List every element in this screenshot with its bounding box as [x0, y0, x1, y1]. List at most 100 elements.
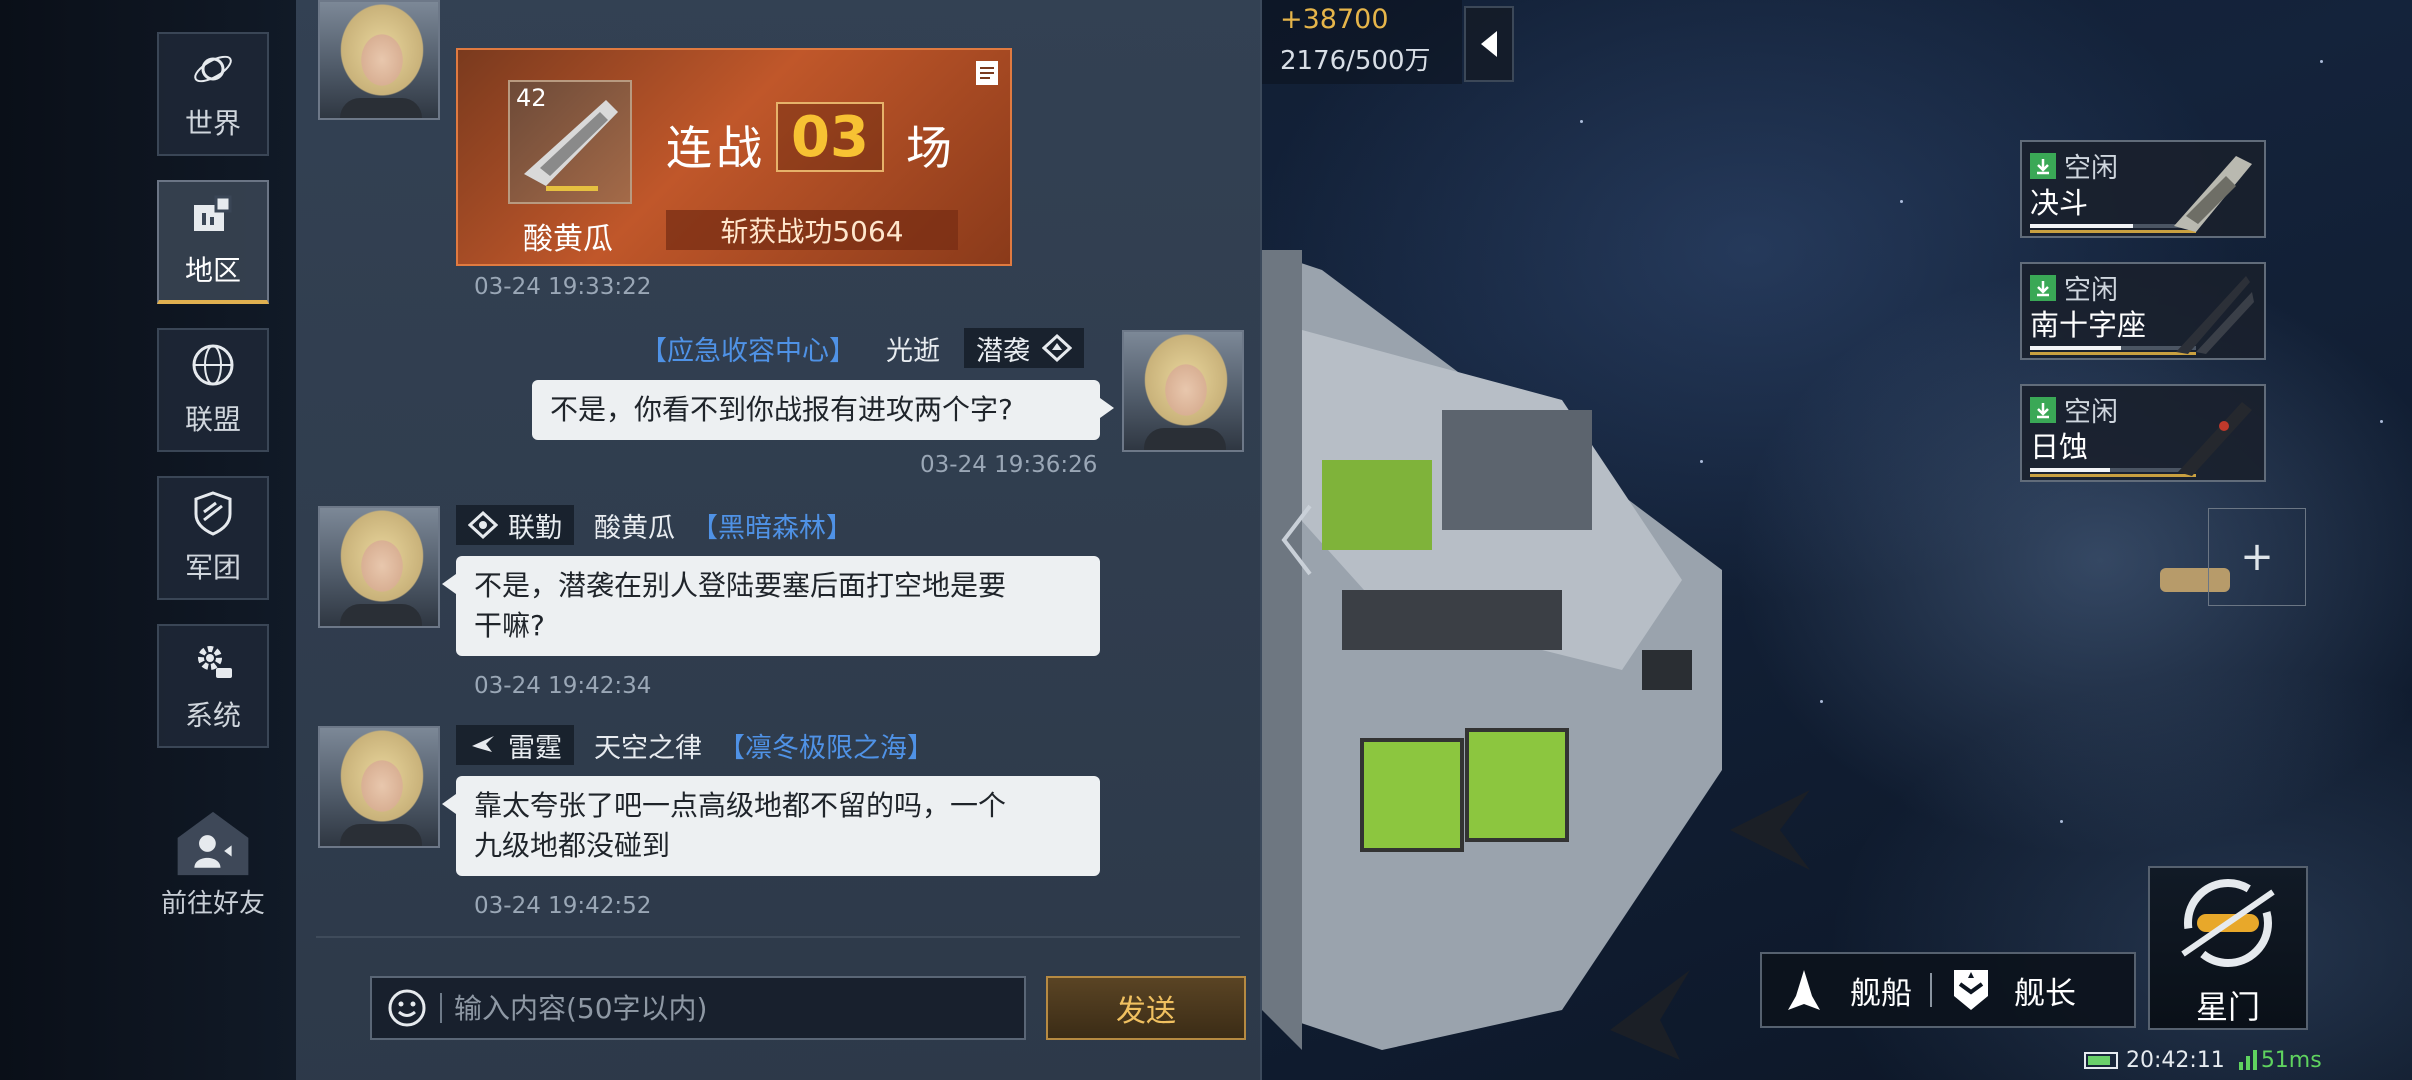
ships-label: 舰船	[1850, 975, 1912, 1012]
fleet-name: 决斗	[2030, 186, 2089, 220]
message-timestamp: 03-24 19:33:22	[474, 274, 652, 300]
streak-count: 03	[776, 102, 884, 172]
thunder-icon	[472, 736, 494, 752]
signal-icon	[2238, 1050, 2257, 1070]
sender-tag-label: 联勤	[508, 512, 562, 544]
battle-reward: 斩获战功5064	[666, 210, 958, 250]
stargate-icon	[2181, 879, 2275, 967]
message-text-line: 不是，潜袭在别人登陆要塞后面打空地是要	[474, 569, 1007, 602]
nav-legion-label: 军团	[184, 551, 241, 584]
shield-icon	[194, 491, 232, 536]
battery-icon	[2084, 1051, 2118, 1069]
nav-region-button[interactable]: 地区	[157, 180, 269, 304]
report-icon[interactable]	[972, 58, 1002, 88]
ship-level: 42	[516, 84, 547, 112]
fleet-name: 日蚀	[2030, 430, 2089, 464]
avatar[interactable]	[318, 726, 440, 848]
divider	[316, 936, 1240, 938]
sender-name[interactable]: 酸黄瓜	[594, 506, 675, 545]
message-bubble: 靠太夸张了吧一点高级地都不留的吗，一个 九级地都没碰到	[442, 776, 1100, 876]
rank-badge-icon	[1954, 970, 1988, 1010]
logistics-icon	[468, 510, 498, 540]
sender-guild: 【应急收容中心】	[640, 335, 856, 367]
resource-gain: +38700	[1280, 4, 1389, 35]
emoji-icon[interactable]	[386, 987, 428, 1029]
fleet-card[interactable]: 空闲 决斗	[2020, 140, 2266, 238]
message-text: 不是，你看不到你战报有进攻两个字?	[550, 393, 1013, 426]
message-text-line: 靠太夸张了吧一点高级地都不留的吗，一个	[474, 789, 1007, 822]
avatar[interactable]	[1122, 330, 1244, 452]
captain-label: 舰长	[2014, 975, 2076, 1012]
battle-report-card[interactable]: 42 酸黄瓜 连战 03 场 斩获战功5064	[456, 48, 1012, 266]
bottom-action-bar: 舰船 舰长	[1760, 952, 2136, 1028]
clock: 20:42:11	[2126, 1047, 2225, 1073]
ping-indicator: 51ms	[2238, 1047, 2322, 1073]
sender-tag: 联勤	[456, 505, 574, 545]
add-fleet-button[interactable]: +	[2208, 508, 2306, 606]
chevron-left-icon[interactable]	[1276, 500, 1316, 580]
send-button[interactable]: 发送	[1046, 976, 1246, 1040]
message-text-line: 九级地都没碰到	[474, 829, 671, 862]
space-station-illustration	[1262, 250, 1722, 1050]
input-separator	[440, 993, 442, 1023]
friends-icon	[177, 811, 249, 876]
message-meta: 【应急收容中心】 光逝 潜袭	[640, 327, 1084, 369]
nav-alliance-button[interactable]: 联盟	[157, 328, 269, 452]
streak-suffix: 场	[906, 121, 952, 175]
ship-icon	[2178, 402, 2252, 476]
sender-guild: 【黑暗森林】	[691, 512, 853, 544]
sender-tag-label: 雷霆	[508, 732, 562, 764]
fleet-card[interactable]: 空闲 日蚀	[2020, 384, 2266, 482]
download-icon	[2030, 274, 2056, 301]
planet-icon	[194, 55, 232, 83]
nav-system-button[interactable]: 系统	[157, 624, 269, 748]
nav-friends-button[interactable]: 前往好友	[155, 810, 271, 920]
stargate-button[interactable]: 星门	[2148, 866, 2308, 1030]
nav-alliance-label: 联盟	[184, 403, 241, 436]
globe-icon	[192, 344, 234, 386]
message-text-line: 干嘛?	[474, 609, 545, 642]
ping-value: 51ms	[2260, 1047, 2322, 1073]
message-meta: 联勤 酸黄瓜 【黑暗森林】	[456, 504, 853, 546]
sender-tag-label: 潜袭	[976, 335, 1030, 367]
ship-thumbnail: 42	[508, 80, 632, 204]
message-bubble: 不是，你看不到你战报有进攻两个字?	[532, 380, 1114, 440]
message-bubble: 不是，潜袭在别人登陆要塞后面打空地是要 干嘛?	[442, 556, 1100, 656]
message-meta: 雷霆 天空之律 【凛冬极限之海】	[456, 724, 934, 766]
ship-icon	[2176, 276, 2254, 354]
chat-input-bar	[370, 976, 1026, 1040]
sender-name[interactable]: 光逝	[886, 329, 940, 368]
nav-region-label: 地区	[184, 254, 241, 287]
gear-icon	[198, 646, 232, 678]
nav-system-label: 系统	[184, 699, 241, 732]
sender-tag: 雷霆	[456, 725, 574, 765]
resource-amount: 2176/500万	[1280, 46, 1431, 76]
nav-world-button[interactable]: 世界	[157, 32, 269, 156]
rocket-icon	[1788, 970, 1820, 1010]
chat-input[interactable]	[454, 991, 1024, 1025]
nav-world-label: 世界	[184, 107, 241, 140]
ship-icon	[2174, 156, 2252, 232]
message-timestamp: 03-24 19:42:34	[474, 673, 652, 699]
nav-friends-label: 前往好友	[160, 889, 265, 919]
avatar[interactable]	[318, 506, 440, 628]
fleet-card[interactable]: 空闲 南十字座	[2020, 262, 2266, 360]
distant-ship-icon	[1610, 970, 1690, 1060]
sender-guild: 【凛冬极限之海】	[718, 732, 934, 764]
triangle-left-icon	[1481, 31, 1497, 57]
message-timestamp: 03-24 19:42:52	[474, 893, 652, 919]
avatar[interactable]	[318, 0, 440, 120]
captain-button[interactable]: 舰长	[1932, 954, 2094, 1026]
stargate-label: 星门	[2195, 988, 2260, 1026]
download-icon	[2030, 396, 2056, 423]
download-icon	[2030, 152, 2056, 179]
collapse-button[interactable]	[1464, 6, 1514, 82]
ships-button[interactable]: 舰船	[1762, 954, 1930, 1026]
status-bar: 20:42:11 51ms	[2084, 1044, 2322, 1076]
nav-legion-button[interactable]: 军团	[157, 476, 269, 600]
sender-name[interactable]: 天空之律	[594, 726, 702, 765]
fleet-name: 南十字座	[2030, 308, 2147, 342]
region-icon	[194, 195, 232, 231]
streak-prefix: 连战	[666, 121, 766, 175]
distant-ship-icon	[1730, 790, 1810, 870]
